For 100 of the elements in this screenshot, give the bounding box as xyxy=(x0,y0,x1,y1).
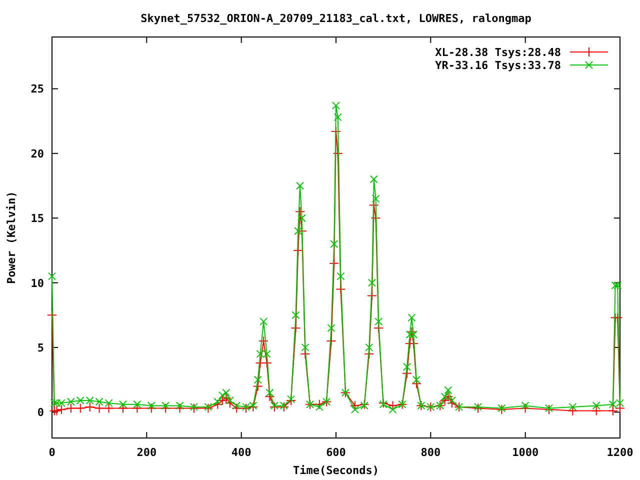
data-marker xyxy=(388,406,397,414)
data-marker xyxy=(374,318,383,326)
data-marker xyxy=(132,403,142,414)
data-marker xyxy=(204,402,212,411)
data-marker xyxy=(332,102,340,110)
data-marker xyxy=(84,402,95,412)
data-marker xyxy=(360,402,368,410)
data-marker xyxy=(224,398,235,408)
data-marker xyxy=(162,402,170,410)
data-marker xyxy=(118,403,128,414)
legend-swatch xyxy=(570,47,608,57)
data-marker xyxy=(411,378,422,389)
data-marker xyxy=(266,388,274,397)
data-marker xyxy=(296,182,304,190)
data-marker xyxy=(301,343,310,352)
data-marker xyxy=(66,398,75,406)
data-marker xyxy=(443,392,454,402)
axis-label: Power (Kelvin) xyxy=(5,191,18,284)
data-marker xyxy=(402,368,412,378)
data-marker xyxy=(241,403,252,414)
data-marker xyxy=(615,403,625,414)
data-marker xyxy=(350,400,360,411)
data-marker xyxy=(147,402,156,410)
tick-label: 20 xyxy=(30,147,44,160)
data-marker xyxy=(568,406,578,416)
tick-label: 0 xyxy=(37,406,44,420)
data-marker xyxy=(290,323,301,334)
data-marker xyxy=(86,396,94,404)
data-marker xyxy=(368,200,379,210)
data-marker xyxy=(330,240,338,248)
legend-label: XL-28.38 Tsys:28.48 xyxy=(435,46,561,59)
tick-label: 800 xyxy=(420,446,441,459)
data-marker xyxy=(256,350,264,358)
data-marker xyxy=(446,398,457,408)
data-marker xyxy=(174,403,185,414)
data-marker xyxy=(329,258,340,268)
data-marker xyxy=(226,396,234,404)
data-marker xyxy=(146,403,156,414)
data-marker xyxy=(94,403,104,414)
data-marker xyxy=(521,402,530,410)
data-marker xyxy=(591,406,602,416)
data-marker xyxy=(52,399,61,408)
data-marker xyxy=(104,399,113,408)
data-marker xyxy=(262,358,272,368)
data-marker xyxy=(176,402,184,410)
data-marker xyxy=(448,396,456,404)
data-marker xyxy=(444,386,452,394)
tick-label: 600 xyxy=(326,446,346,459)
data-marker xyxy=(95,398,104,406)
data-marker xyxy=(258,336,269,346)
data-marker xyxy=(406,326,417,337)
data-marker xyxy=(56,404,66,415)
data-marker xyxy=(214,398,222,406)
data-marker xyxy=(160,403,171,414)
data-marker xyxy=(336,272,345,280)
data-marker xyxy=(232,403,242,414)
tick-label: 25 xyxy=(30,82,44,96)
data-marker xyxy=(300,348,310,359)
data-marker xyxy=(104,403,114,414)
data-marker xyxy=(498,404,506,412)
data-marker xyxy=(350,406,359,414)
data-marker xyxy=(608,400,617,408)
data-marker xyxy=(520,403,530,414)
tick-label: 5 xyxy=(37,341,44,354)
data-marker xyxy=(222,388,230,397)
axis-label: Time(Seconds) xyxy=(292,464,380,477)
data-marker xyxy=(218,391,226,400)
tick-label: 10 xyxy=(30,276,44,290)
data-marker xyxy=(568,402,577,411)
data-marker xyxy=(614,281,622,290)
legend-label: YR-33.16 Tsys:33.78 xyxy=(435,59,561,72)
data-marker xyxy=(315,402,324,411)
data-marker xyxy=(408,338,419,349)
data-marker xyxy=(366,290,377,301)
data-marker xyxy=(331,126,341,136)
data-marker xyxy=(473,403,483,414)
data-marker xyxy=(76,396,84,404)
data-marker xyxy=(52,406,62,416)
data-marker xyxy=(292,311,300,320)
tick-label: 1200 xyxy=(606,446,634,459)
data-marker xyxy=(294,227,302,236)
data-marker xyxy=(372,194,380,203)
data-marker xyxy=(611,281,620,290)
data-marker xyxy=(221,392,232,403)
data-marker xyxy=(189,403,199,414)
data-marker xyxy=(260,318,268,326)
tick-label: 1000 xyxy=(512,446,539,459)
data-marker xyxy=(364,348,374,359)
data-marker xyxy=(47,310,57,320)
data-marker xyxy=(255,358,266,368)
data-marker xyxy=(314,399,324,410)
data-marker xyxy=(232,402,241,410)
data-marker xyxy=(440,392,449,401)
data-marker xyxy=(254,376,262,384)
data-marker xyxy=(365,343,374,352)
data-marker xyxy=(336,284,346,294)
data-marker xyxy=(612,312,623,323)
data-marker xyxy=(57,399,66,408)
data-marker xyxy=(66,403,76,414)
data-marker xyxy=(412,376,420,384)
